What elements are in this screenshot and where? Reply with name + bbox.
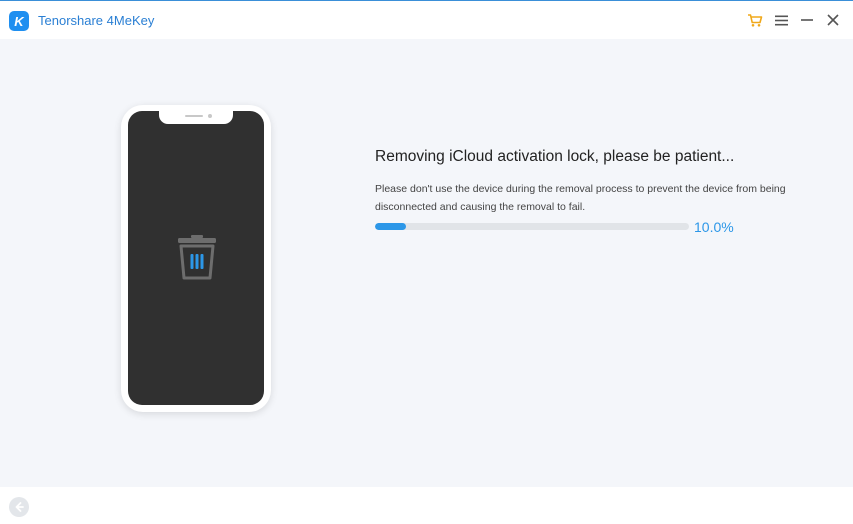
- progress-percent: 10.0%: [694, 219, 734, 235]
- progress-bar-fill: [375, 223, 407, 230]
- minimize-icon[interactable]: [797, 10, 817, 30]
- title-bar: K Tenorshare 4MeKey: [0, 0, 853, 39]
- phone-speaker: [185, 115, 203, 117]
- trash-icon: [176, 235, 218, 281]
- app-logo: K: [9, 11, 29, 31]
- menu-icon[interactable]: [771, 10, 791, 30]
- phone-illustration: [121, 105, 271, 412]
- back-arrow-icon[interactable]: [9, 497, 29, 517]
- cart-icon[interactable]: [745, 10, 765, 30]
- app-title: Tenorshare 4MeKey: [38, 13, 155, 28]
- app-logo-letter: K: [14, 13, 24, 29]
- phone-camera: [208, 114, 212, 118]
- footer-bar: [0, 487, 853, 524]
- status-title: Removing iCloud activation lock, please …: [375, 148, 735, 165]
- status-description: Please don't use the device during the r…: [375, 183, 786, 213]
- progress-bar: [375, 223, 689, 230]
- phone-notch: [159, 111, 233, 124]
- close-icon[interactable]: [823, 10, 843, 30]
- phone-screen: [128, 111, 264, 405]
